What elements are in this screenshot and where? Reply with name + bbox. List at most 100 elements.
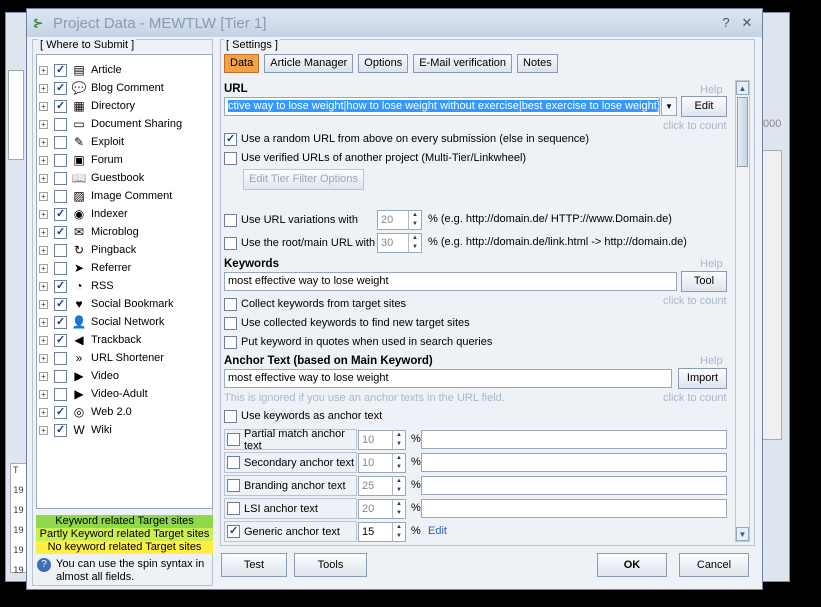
tab-notes[interactable]: Notes bbox=[517, 54, 558, 73]
tab-data[interactable]: Data bbox=[224, 54, 260, 73]
platform-checkbox[interactable] bbox=[54, 405, 67, 419]
anchor-percent-stepper[interactable]: 25 ▲ ▼ bbox=[358, 476, 406, 496]
random-url-checkbox[interactable] bbox=[224, 132, 237, 146]
verified-urls-option[interactable]: Use verified URLs of another project (Mu… bbox=[224, 149, 526, 167]
platform-checkbox[interactable] bbox=[54, 261, 67, 275]
anchor-text-field[interactable] bbox=[421, 453, 727, 472]
platform-checkbox[interactable] bbox=[54, 171, 67, 185]
anchor-type-checkbox[interactable] bbox=[227, 433, 240, 446]
platform-checkbox[interactable] bbox=[54, 279, 67, 293]
platform-checkbox[interactable] bbox=[54, 81, 67, 95]
anchor-text-field[interactable] bbox=[421, 499, 727, 518]
platform-item[interactable]: + ♥ Social Bookmark bbox=[39, 295, 209, 313]
expand-icon[interactable]: + bbox=[39, 119, 48, 129]
platform-item[interactable]: + ▶ Video-Adult bbox=[39, 385, 209, 403]
platform-item[interactable]: + ▭ Document Sharing bbox=[39, 115, 209, 133]
anchor-import-button[interactable]: Import bbox=[678, 368, 727, 389]
expand-icon[interactable]: + bbox=[39, 389, 48, 399]
platform-checkbox[interactable] bbox=[54, 225, 67, 239]
expand-icon[interactable]: + bbox=[39, 173, 48, 183]
platform-checkbox[interactable] bbox=[54, 423, 67, 437]
generic-anchor-edit-link[interactable]: Edit bbox=[428, 525, 447, 537]
anchor-type-option[interactable]: Generic anchor text bbox=[224, 521, 357, 542]
platform-item[interactable]: + ◀ Trackback bbox=[39, 331, 209, 349]
expand-icon[interactable]: + bbox=[39, 65, 48, 75]
keyword-option-checkbox[interactable] bbox=[224, 335, 237, 349]
keyword-option[interactable]: Use collected keywords to find new targe… bbox=[224, 314, 470, 332]
titlebar[interactable]: ⊱ Project Data - MEWTLW [Tier 1] ? ✕ bbox=[27, 9, 762, 37]
url-variations-checkbox[interactable] bbox=[224, 213, 237, 227]
expand-icon[interactable]: + bbox=[39, 227, 48, 237]
keyword-option[interactable]: Collect keywords from target sites bbox=[224, 295, 406, 313]
platform-checkbox[interactable] bbox=[54, 63, 67, 77]
keywords-click-to-count[interactable]: click to count bbox=[663, 295, 727, 307]
expand-icon[interactable]: + bbox=[39, 407, 48, 417]
close-icon[interactable]: ✕ bbox=[739, 15, 755, 31]
expand-icon[interactable]: + bbox=[39, 371, 48, 381]
expand-icon[interactable]: + bbox=[39, 191, 48, 201]
anchor-type-option[interactable]: Partial match anchor text bbox=[224, 428, 357, 452]
platform-item[interactable]: + ▨ Image Comment bbox=[39, 187, 209, 205]
settings-scrollbar[interactable]: ▲ ▼ bbox=[735, 80, 750, 542]
scroll-up-icon[interactable]: ▲ bbox=[736, 81, 749, 95]
anchor-type-option[interactable]: Branding anchor text bbox=[224, 475, 357, 496]
anchor-click-to-count[interactable]: click to count bbox=[663, 392, 727, 404]
url-edit-button[interactable]: Edit bbox=[681, 96, 727, 117]
tab-e-mail-verification[interactable]: E-Mail verification bbox=[413, 54, 513, 73]
platform-item[interactable]: + ▣ Forum bbox=[39, 151, 209, 169]
cancel-button[interactable]: Cancel bbox=[679, 553, 749, 577]
platform-item[interactable]: + ▦ Directory bbox=[39, 97, 209, 115]
keywords-help-link[interactable]: Help bbox=[700, 258, 723, 270]
anchor-type-checkbox[interactable] bbox=[227, 524, 240, 538]
anchor-type-checkbox[interactable] bbox=[227, 456, 240, 469]
scroll-down-icon[interactable]: ▼ bbox=[736, 527, 749, 541]
expand-icon[interactable]: + bbox=[39, 155, 48, 165]
platform-checkbox[interactable] bbox=[54, 207, 67, 221]
anchor-text-field[interactable] bbox=[421, 430, 727, 449]
expand-icon[interactable]: + bbox=[39, 101, 48, 111]
verified-urls-checkbox[interactable] bbox=[224, 151, 237, 165]
expand-icon[interactable]: + bbox=[39, 83, 48, 93]
keywords-field[interactable]: most effective way to lose weight bbox=[224, 272, 677, 291]
platform-item[interactable]: + ▤ Article bbox=[39, 61, 209, 79]
platform-checkbox[interactable] bbox=[54, 351, 67, 365]
platform-checkbox[interactable] bbox=[54, 117, 67, 131]
expand-icon[interactable]: + bbox=[39, 281, 48, 291]
keyword-option-checkbox[interactable] bbox=[224, 316, 237, 330]
platform-checkbox[interactable] bbox=[54, 243, 67, 257]
anchor-percent-stepper[interactable]: 20 ▲ ▼ bbox=[358, 499, 406, 519]
root-url-option[interactable]: Use the root/main URL with bbox=[224, 234, 375, 252]
platform-checkbox[interactable] bbox=[54, 99, 67, 113]
keyword-option-checkbox[interactable] bbox=[224, 297, 237, 311]
tools-button[interactable]: Tools bbox=[294, 553, 367, 577]
platform-item[interactable]: + ✎ Exploit bbox=[39, 133, 209, 151]
expand-icon[interactable]: + bbox=[39, 299, 48, 309]
expand-icon[interactable]: + bbox=[39, 209, 48, 219]
expand-icon[interactable]: + bbox=[39, 353, 48, 363]
platform-checkbox[interactable] bbox=[54, 135, 67, 149]
use-keywords-anchor-checkbox[interactable] bbox=[224, 409, 237, 423]
tab-options[interactable]: Options bbox=[358, 54, 409, 73]
root-url-checkbox[interactable] bbox=[224, 236, 237, 250]
platform-item[interactable]: + ◔ RSS bbox=[39, 277, 209, 295]
platform-item[interactable]: + ◎ Web 2.0 bbox=[39, 403, 209, 421]
url-help-link[interactable]: Help bbox=[700, 84, 723, 96]
anchor-type-checkbox[interactable] bbox=[227, 502, 240, 515]
random-url-option[interactable]: Use a random URL from above on every sub… bbox=[224, 130, 589, 148]
url-field[interactable]: ctive way to lose weight|how to lose wei… bbox=[224, 97, 660, 116]
platform-item[interactable]: + ✉ Microblog bbox=[39, 223, 209, 241]
platform-item[interactable]: + 👤 Social Network bbox=[39, 313, 209, 331]
keywords-tool-button[interactable]: Tool bbox=[681, 271, 727, 292]
expand-icon[interactable]: + bbox=[39, 335, 48, 345]
platform-item[interactable]: + 📖 Guestbook bbox=[39, 169, 209, 187]
anchor-type-option[interactable]: Secondary anchor text bbox=[224, 452, 357, 473]
anchor-type-checkbox[interactable] bbox=[227, 479, 240, 492]
root-url-stepper[interactable]: 30 ▲ ▼ bbox=[377, 233, 422, 253]
scroll-thumb[interactable] bbox=[737, 97, 748, 167]
expand-icon[interactable]: + bbox=[39, 137, 48, 147]
platform-checkbox[interactable] bbox=[54, 315, 67, 329]
anchor-type-option[interactable]: LSI anchor text bbox=[224, 498, 357, 519]
platform-item[interactable]: + ➤ Referrer bbox=[39, 259, 209, 277]
platform-item[interactable]: + ◉ Indexer bbox=[39, 205, 209, 223]
anchor-field[interactable]: most effective way to lose weight bbox=[224, 369, 672, 388]
